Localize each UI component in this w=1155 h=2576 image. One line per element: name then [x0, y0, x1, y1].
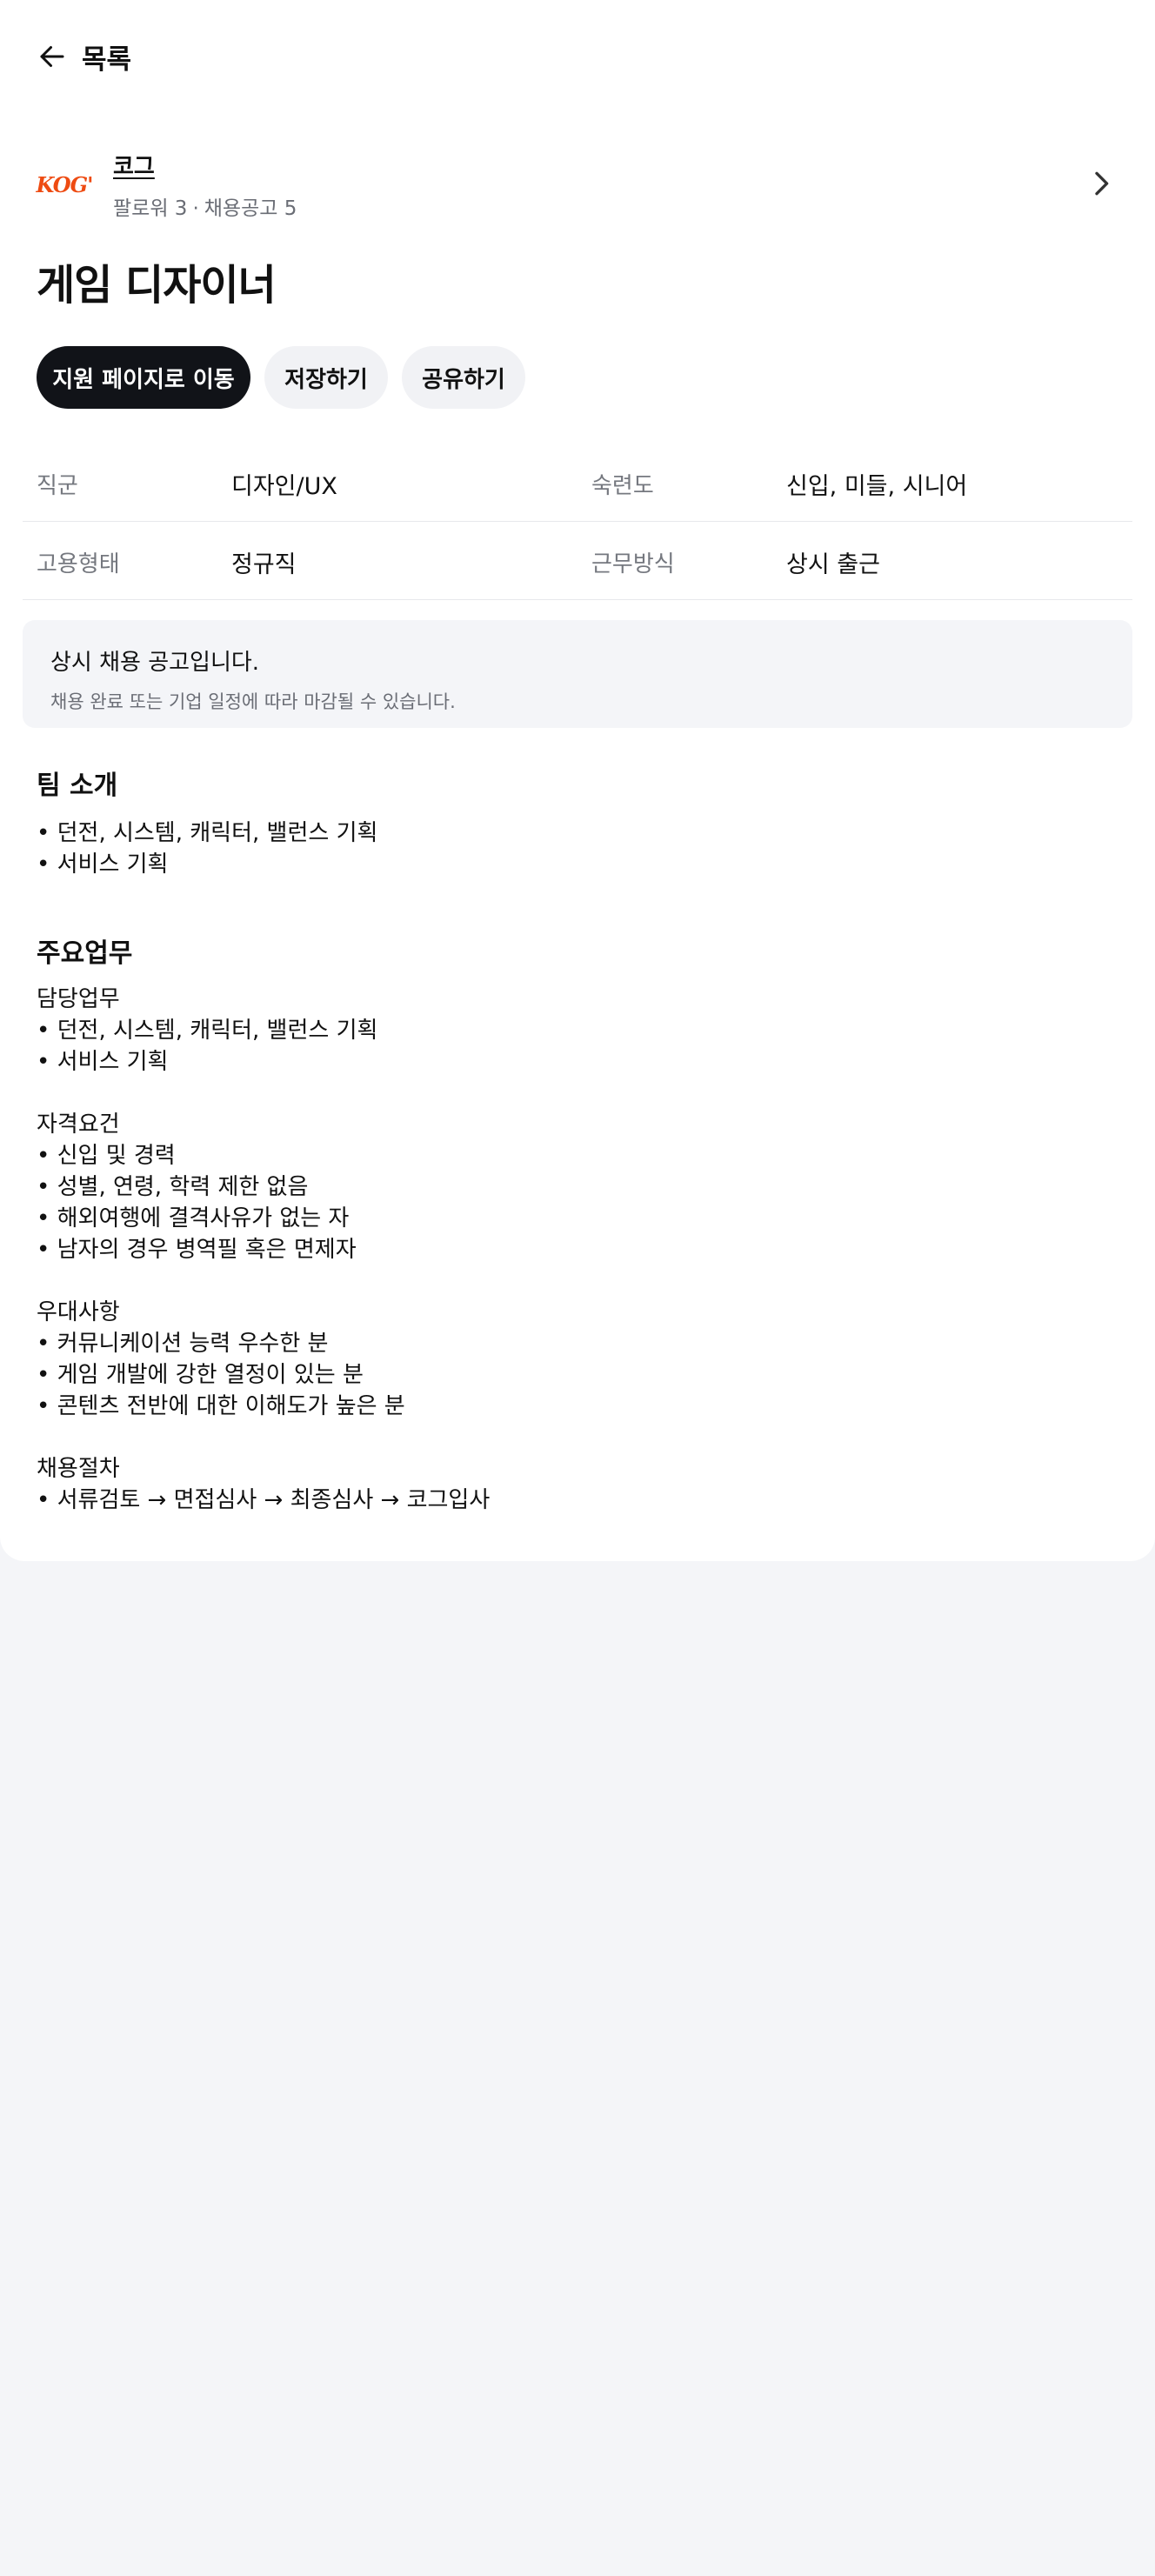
duties-line: 채용절차 — [37, 1456, 120, 1482]
duties-line: 우대사항 — [37, 1299, 120, 1325]
company-meta: 팔로워 3 · 채용공고 5 — [113, 191, 297, 221]
team-line: • 서비스 기획 — [37, 851, 169, 878]
company-postings: 채용공고 5 — [204, 197, 297, 220]
employment-value: 정규직 — [231, 551, 297, 578]
duties-line: • 서류검토 → 면접심사 → 최종심사 → 코그입사 — [37, 1487, 491, 1513]
meta-separator: · — [192, 197, 199, 220]
job-detail-card: 목록 KOG' 코그 팔로워 3 · 채용공고 5 게임 디자이너 지원 페이지로 … — [0, 0, 1155, 1561]
apply-page-button[interactable]: 지원 페이지로 이동 — [37, 346, 250, 409]
duties-line: • 남자의 경우 병역필 혹은 면제자 — [37, 1237, 357, 1263]
level-value: 신입, 미들, 시니어 — [786, 473, 968, 500]
save-button[interactable]: 저장하기 — [264, 346, 388, 409]
team-line: • 던전, 시스템, 캐릭터, 밸런스 기획 — [37, 820, 378, 846]
duties-line: • 성별, 연령, 학력 제한 없음 — [37, 1174, 309, 1200]
company-link[interactable]: KOG' 코그 팔로워 3 · 채용공고 5 — [37, 143, 1118, 226]
notice-subtitle: 채용 완료 또는 기업 일정에 따라 마감될 수 있습니다. — [50, 691, 456, 712]
back-to-list-button[interactable]: 목록 — [37, 35, 131, 78]
action-buttons: 지원 페이지로 이동 저장하기 공유하기 — [37, 346, 525, 409]
duties-line: • 해외여행에 결격사유가 없는 자 — [37, 1205, 350, 1231]
duties-line: • 신입 및 경력 — [37, 1143, 176, 1169]
employment-label: 고용형태 — [37, 551, 120, 577]
duties-line: • 던전, 시스템, 캐릭터, 밸런스 기획 — [37, 1018, 378, 1044]
recruit-notice: 상시 채용 공고입니다. 채용 완료 또는 기업 일정에 따라 마감될 수 있습… — [23, 620, 1132, 728]
team-heading: 팀 소개 — [37, 771, 118, 801]
chevron-right-icon[interactable] — [1084, 166, 1118, 201]
work-label: 근무방식 — [591, 551, 675, 577]
job-group-value: 디자인/UX — [231, 473, 337, 500]
duties-line: • 커뮤니케이션 능력 우수한 분 — [37, 1331, 329, 1357]
share-button[interactable]: 공유하기 — [402, 346, 525, 409]
arrow-left-icon — [40, 46, 64, 67]
back-label: 목록 — [82, 43, 132, 76]
info-row-2: 고용형태 정규직 근무방식 상시 출근 — [23, 522, 1132, 600]
duties-line: • 게임 개발에 강한 열정이 있는 분 — [37, 1362, 364, 1388]
duties-line: 담당업무 — [37, 986, 120, 1012]
job-group-label: 직군 — [37, 473, 78, 499]
duties-line: 자격요건 — [37, 1111, 120, 1138]
duties-line: • 콘텐츠 전반에 대한 이해도가 높은 분 — [37, 1393, 405, 1419]
company-name[interactable]: 코그 — [113, 149, 297, 181]
company-logo: KOG' — [36, 172, 94, 197]
job-title: 게임 디자이너 — [37, 261, 277, 310]
work-value: 상시 출근 — [786, 551, 880, 578]
info-row-1: 직군 디자인/UX 숙련도 신입, 미들, 시니어 — [23, 444, 1132, 522]
company-followers: 팔로워 3 — [113, 197, 188, 220]
duties-line: • 서비스 기획 — [37, 1049, 169, 1075]
notice-title: 상시 채용 공고입니다. — [50, 650, 260, 676]
level-label: 숙련도 — [591, 473, 654, 499]
duties-heading: 주요업무 — [37, 938, 133, 969]
